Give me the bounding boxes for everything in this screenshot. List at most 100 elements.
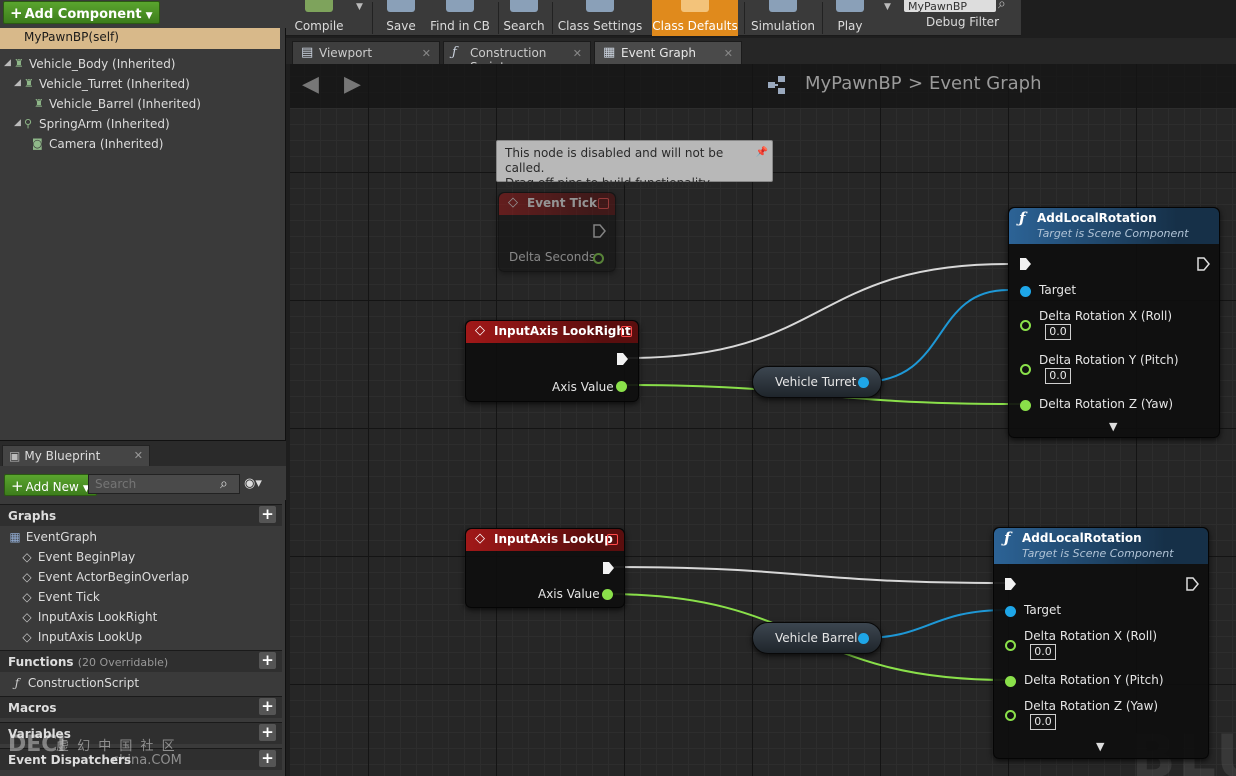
exec-out-pin[interactable] xyxy=(602,561,615,575)
eye-icon[interactable]: ◉▾ xyxy=(244,476,262,491)
spring-arm-icon: ⚲ xyxy=(24,117,33,130)
close-icon[interactable]: ✕ xyxy=(573,47,582,60)
function-icon: ƒ xyxy=(452,45,457,60)
roll-value-input[interactable]: 0.0 xyxy=(1030,644,1056,660)
vehicle-turret-output-pin[interactable] xyxy=(858,377,869,388)
node-header: ◇ InputAxis LookUp xyxy=(466,529,624,551)
expand-arrow-icon[interactable]: ▼ xyxy=(1109,420,1117,433)
search-icon[interactable]: ⌕ xyxy=(998,0,1006,12)
add-dispatcher-button[interactable]: + xyxy=(259,750,276,767)
yaw-pin[interactable] xyxy=(1005,710,1016,721)
delegate-pin[interactable] xyxy=(621,326,632,337)
expand-arrow-icon[interactable]: ▼ xyxy=(1096,740,1104,753)
tab-construction-script[interactable]: ƒ Construction Script ✕ xyxy=(443,41,591,74)
graph-item-event[interactable]: ◇ InputAxis LookUp xyxy=(0,627,282,647)
debug-object-select[interactable]: MyPawnBP xyxy=(904,0,996,12)
exec-out-pin[interactable] xyxy=(593,224,606,238)
static-mesh-icon: ♜ xyxy=(24,77,34,90)
exec-out-pin[interactable] xyxy=(1186,577,1199,591)
graph-item-event[interactable]: ◇ Event Tick xyxy=(0,587,282,607)
yaw-value-input[interactable]: 0.0 xyxy=(1030,714,1056,730)
exec-out-pin[interactable] xyxy=(616,352,629,366)
event-dispatchers-section-header[interactable]: Event Dispatchers + xyxy=(0,748,282,770)
delegate-pin[interactable] xyxy=(598,198,609,209)
tree-item-vehicle-body[interactable]: ◢ ♜ Vehicle_Body (Inherited) xyxy=(0,54,280,74)
search-input[interactable] xyxy=(88,474,240,494)
tree-item-camera[interactable]: ◙ Camera (Inherited) xyxy=(0,134,280,154)
tab-event-graph[interactable]: ▦ Event Graph ✕ xyxy=(594,41,742,64)
graph-item-event[interactable]: ◇ Event BeginPlay xyxy=(0,547,282,567)
graphs-section-header[interactable]: Graphs + xyxy=(0,504,282,526)
close-icon[interactable]: ✕ xyxy=(422,47,431,60)
tree-item-vehicle-barrel[interactable]: ♜ Vehicle_Barrel (Inherited) xyxy=(0,94,280,114)
pin-icon[interactable]: 📌 xyxy=(756,145,768,160)
expand-arrow-icon[interactable]: ◢ xyxy=(4,58,11,68)
exec-in-pin[interactable] xyxy=(1019,257,1032,271)
input-axis-lookright-node[interactable]: ◇ InputAxis LookRight Axis Value xyxy=(465,320,639,402)
components-header: + Add Component ▼ xyxy=(0,0,286,28)
save-button[interactable]: Save xyxy=(376,0,426,36)
component-self-row[interactable]: MyPawnBP(self) xyxy=(0,28,280,49)
component-tree: ◢ ♜ Vehicle_Body (Inherited) ◢ ♜ Vehicle… xyxy=(0,54,280,154)
graph-item-event[interactable]: ◇ InputAxis LookRight xyxy=(0,607,282,627)
roll-pin[interactable] xyxy=(1005,640,1016,651)
roll-value-input[interactable]: 0.0 xyxy=(1045,324,1071,340)
close-icon[interactable]: ✕ xyxy=(724,47,733,60)
expand-arrow-icon[interactable]: ◢ xyxy=(14,78,21,88)
my-blueprint-tabbar: ▣ My Blueprint ✕ xyxy=(0,440,286,467)
vehicle-barrel-variable-node[interactable]: Vehicle Barrel xyxy=(752,622,882,654)
find-in-cb-button[interactable]: Find in CB xyxy=(428,0,492,36)
event-tick-node[interactable]: ◇ Event Tick Delta Seconds xyxy=(498,192,616,272)
pitch-value-input[interactable]: 0.0 xyxy=(1045,368,1071,384)
chevron-down-icon[interactable]: ▼ xyxy=(356,2,363,12)
simulation-button[interactable]: Simulation xyxy=(748,0,818,36)
add-function-button[interactable]: + xyxy=(259,652,276,669)
graph-item-event[interactable]: ◇ Event ActorBeginOverlap xyxy=(0,567,282,587)
macros-section-header[interactable]: Macros + xyxy=(0,696,282,718)
class-defaults-button[interactable]: Class Defaults xyxy=(652,0,738,36)
target-pin[interactable] xyxy=(1020,286,1031,297)
vehicle-turret-variable-node[interactable]: Vehicle Turret xyxy=(752,366,882,398)
left-panel: + Add Component ▼ MyPawnBP(self) ◢ ♜ Vehic… xyxy=(0,0,286,776)
target-pin[interactable] xyxy=(1005,606,1016,617)
tab-viewport[interactable]: ▤ Viewport ✕ xyxy=(292,41,440,64)
tree-item-vehicle-turret[interactable]: ◢ ♜ Vehicle_Turret (Inherited) xyxy=(0,74,280,94)
viewport-icon: ▤ xyxy=(301,45,314,60)
add-local-rotation-node-2[interactable]: ƒ AddLocalRotation Target is Scene Compo… xyxy=(993,527,1209,759)
add-graph-button[interactable]: + xyxy=(259,506,276,523)
search-button[interactable]: Search xyxy=(500,0,548,36)
exec-out-pin[interactable] xyxy=(1197,257,1210,271)
exec-in-pin[interactable] xyxy=(1004,577,1017,591)
compile-button[interactable]: Compile xyxy=(286,0,352,36)
variables-section-header[interactable]: Variables + xyxy=(0,722,282,744)
pitch-pin[interactable] xyxy=(1020,364,1031,375)
tree-item-spring-arm[interactable]: ◢ ⚲ SpringArm (Inherited) xyxy=(0,114,280,134)
tab-my-blueprint[interactable]: ▣ My Blueprint ✕ xyxy=(2,445,150,467)
function-item-constructionscript[interactable]: ƒ ConstructionScript xyxy=(0,673,282,693)
add-variable-button[interactable]: + xyxy=(259,724,276,741)
delegate-pin[interactable] xyxy=(607,534,618,545)
search-icon[interactable]: ⌕ xyxy=(220,476,236,492)
axis-value-pin[interactable] xyxy=(602,589,613,600)
play-button[interactable]: Play xyxy=(826,0,874,36)
graph-canvas[interactable]: ◀ ▶ MyPawnBP > Event Graph BLU This node xyxy=(290,64,1236,776)
pitch-pin[interactable] xyxy=(1005,676,1016,687)
yaw-pin[interactable] xyxy=(1020,400,1031,411)
chevron-down-icon[interactable]: ▼ xyxy=(884,2,891,12)
functions-section-header[interactable]: Functions (20 Overridable) + xyxy=(0,650,282,672)
graph-item-eventgraph[interactable]: ▦ EventGraph xyxy=(0,527,282,547)
roll-pin[interactable] xyxy=(1020,320,1031,331)
add-new-button[interactable]: + Add New ▼ xyxy=(4,474,97,496)
add-local-rotation-node-1[interactable]: ƒ AddLocalRotation Target is Scene Compo… xyxy=(1008,207,1220,438)
class-settings-button[interactable]: Class Settings xyxy=(556,0,644,36)
event-diamond-icon: ◇ xyxy=(22,590,32,604)
close-icon[interactable]: ✕ xyxy=(134,449,143,462)
graph-icon: ▦ xyxy=(9,530,21,544)
delta-seconds-pin[interactable] xyxy=(593,253,604,264)
add-component-button[interactable]: + Add Component ▼ xyxy=(3,1,160,24)
vehicle-barrel-output-pin[interactable] xyxy=(858,633,869,644)
add-macro-button[interactable]: + xyxy=(259,698,276,715)
input-axis-lookup-node[interactable]: ◇ InputAxis LookUp Axis Value xyxy=(465,528,625,608)
expand-arrow-icon[interactable]: ◢ xyxy=(14,118,21,128)
axis-value-pin[interactable] xyxy=(616,381,627,392)
